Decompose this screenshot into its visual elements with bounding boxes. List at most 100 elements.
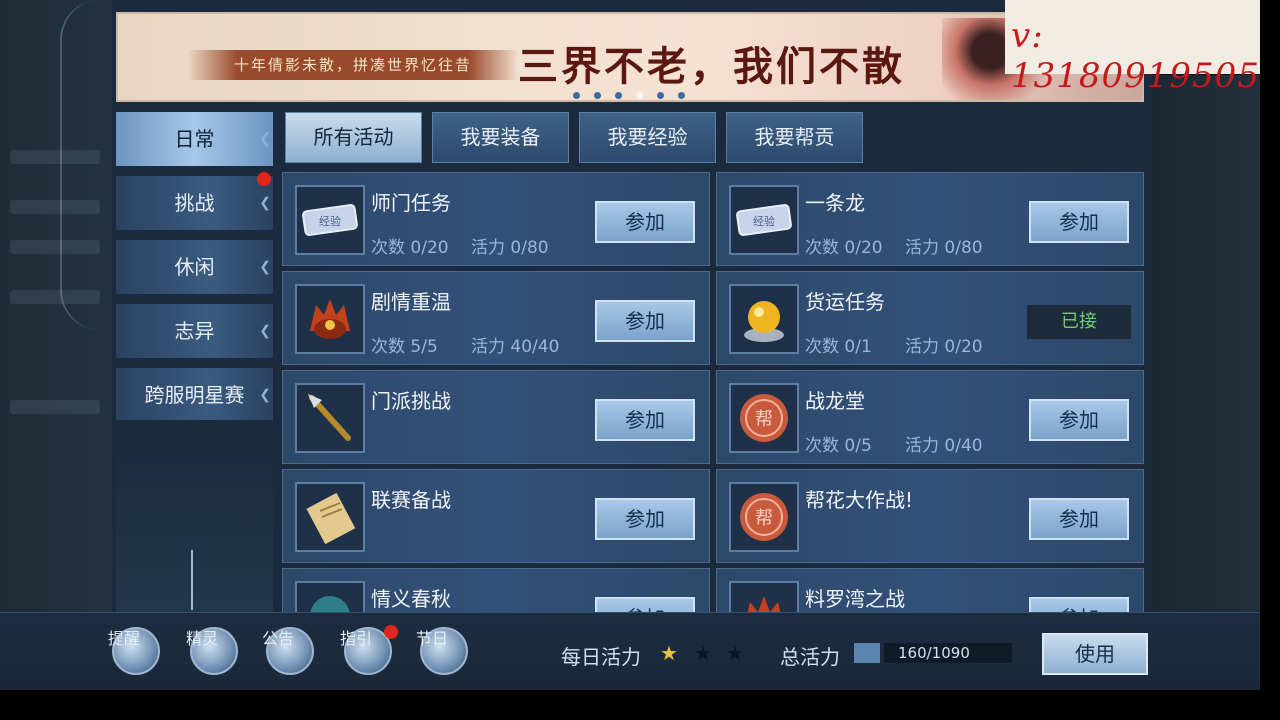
sidebar-item-leisure[interactable]: 休闲 ❮ [116,240,273,294]
notification-dot [257,172,271,186]
banner-subtitle: 十年倩影未散，拼凑世界忆往昔 [188,50,518,80]
accepted-status: 已接 [1027,305,1131,339]
activity-name: 师门任务 [371,191,451,215]
activity-name: 联赛备战 [371,488,451,512]
activity-name: 帮花大作战! [805,488,914,512]
activity-name: 门派挑战 [371,389,451,413]
activity-card: 帮 战龙堂 次数 0/5 活力 0/40 参加 [716,370,1144,464]
svg-text:帮: 帮 [755,409,773,430]
activity-name: 货运任务 [805,290,885,314]
svg-text:经验: 经验 [753,214,775,228]
sidebar-item-label: 休闲 [174,255,215,279]
activity-count: 次数 0/5 [805,436,872,456]
join-button[interactable]: 参加 [595,498,695,540]
banner-page-dots [573,92,685,99]
reminder-label: 提醒 [108,629,141,648]
event-banner[interactable]: 十年倩影未散，拼凑世界忆往昔 三界不老，我们不散 [116,12,1144,102]
contact-watermark: v: 13180919505 [1005,0,1280,96]
sidebar-item-cross-server[interactable]: 跨服明星赛 ❮ [116,368,273,422]
chevron-left-icon: ❮ [259,387,271,403]
activity-list: 经验 师门任务 次数 0/20 活力 0/80 参加 经验 一条龙 次数 0/2… [282,172,1146,612]
activity-vitality: 活力 0/80 [471,238,549,258]
spirit-label: 精灵 [186,629,219,648]
banner-dot[interactable] [615,92,622,99]
chevron-left-icon: ❮ [259,195,271,211]
bottom-bar: 提醒 精灵 公告 指引 节日 每日活力 ★ ★ ★ 总活力 160/1090 使… [0,612,1260,691]
tab-equipment[interactable]: 我要装备 [432,112,569,163]
sidebar-item-daily[interactable]: 日常 ❮ [116,112,273,166]
activity-vitality: 活力 0/80 [905,238,983,258]
activity-name: 料罗湾之战 [805,587,905,611]
sidebar-item-challenge[interactable]: 挑战 ❮ [116,172,273,230]
golden-orb-icon [729,284,799,354]
festival-label: 节日 [416,629,449,648]
activity-card: 门派挑战 参加 [282,370,710,464]
svg-text:帮: 帮 [755,508,773,529]
activity-vitality: 活力 40/40 [471,337,560,357]
chevron-left-icon: ❮ [259,259,271,275]
scroll-icon [295,482,365,552]
activity-card: 经验 师门任务 次数 0/20 活力 0/80 参加 [282,172,710,266]
join-button[interactable]: 参加 [595,300,695,342]
activity-card: 货运任务 次数 0/1 活力 0/20 已接 [716,271,1144,365]
banner-dot[interactable] [594,92,601,99]
spear-icon [295,383,365,453]
exp-ticket-icon: 经验 [729,185,799,255]
activity-card: 帮 帮花大作战! 参加 [716,469,1144,563]
tab-all-activities[interactable]: 所有活动 [285,112,422,163]
banner-dot-active[interactable] [636,92,643,99]
guild-coin-icon: 帮 [729,482,799,552]
background-scene-right [1150,75,1260,612]
sidebar-item-label: 志异 [174,319,215,343]
sidebar-item-label: 挑战 [174,191,215,215]
notification-dot [384,625,398,639]
svg-text:经验: 经验 [319,214,341,228]
activity-name: 一条龙 [805,191,865,215]
tab-experience[interactable]: 我要经验 [579,112,716,163]
notice-label: 公告 [262,629,295,648]
helmet-icon [295,284,365,354]
watermark-text: v: 13180919505 [1011,16,1260,96]
vitality-bottle-icon [854,643,880,663]
exp-ticket-icon: 经验 [295,185,365,255]
banner-dot[interactable] [678,92,685,99]
activity-name: 剧情重温 [371,290,451,314]
chevron-left-icon: ❮ [259,323,271,339]
use-button[interactable]: 使用 [1042,633,1148,675]
activity-name: 情义春秋 [371,587,451,611]
letterbox-right [1260,0,1280,720]
activity-card: 料罗湾之战 参加 [716,568,1144,612]
banner-dot[interactable] [657,92,664,99]
activity-name: 战龙堂 [805,389,865,413]
star-empty-icon: ★ [726,641,744,665]
banner-slogan: 三界不老，我们不散 [518,43,905,90]
hanging-ribbon-decor [60,0,112,330]
banner-dot[interactable] [573,92,580,99]
guild-coin-icon: 帮 [729,383,799,453]
emblem-icon [295,581,365,612]
join-button[interactable]: 参加 [1029,597,1129,612]
activity-card: 情义春秋 参加 [282,568,710,612]
letterbox-bottom [0,690,1280,720]
sidebar-item-label: 跨服明星赛 [144,383,245,407]
tab-guild-contribution[interactable]: 我要帮贡 [726,112,863,163]
join-button[interactable]: 参加 [595,201,695,243]
activity-card: 联赛备战 参加 [282,469,710,563]
join-button[interactable]: 参加 [1029,201,1129,243]
sidebar-item-strange[interactable]: 志异 ❮ [116,304,273,358]
sidebar-ornament [116,420,273,612]
join-button[interactable]: 参加 [1029,399,1129,441]
join-button[interactable]: 参加 [595,399,695,441]
activity-count: 次数 5/5 [371,337,438,357]
activity-vitality: 活力 0/20 [905,337,983,357]
activity-card: 经验 一条龙 次数 0/20 活力 0/80 参加 [716,172,1144,266]
join-button[interactable]: 参加 [1029,498,1129,540]
activity-count: 次数 0/1 [805,337,872,357]
star-empty-icon: ★ [694,641,712,665]
chevron-left-icon: ❮ [259,131,271,147]
guide-label: 指引 [340,629,373,648]
activity-vitality: 活力 0/40 [905,436,983,456]
total-vitality-value: 160/1090 [898,644,970,662]
helmet-icon [729,581,799,612]
join-button[interactable]: 参加 [595,597,695,612]
